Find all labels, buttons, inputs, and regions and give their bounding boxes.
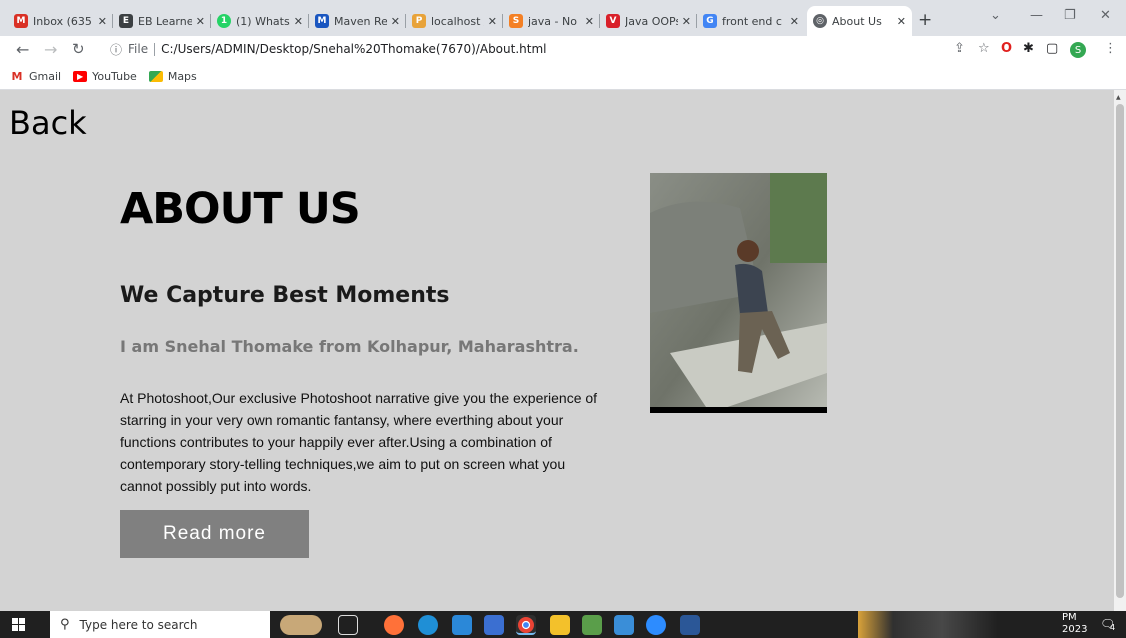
profile-photo bbox=[650, 173, 827, 413]
restore-icon[interactable]: ❐ bbox=[1064, 8, 1076, 23]
close-icon[interactable]: ✕ bbox=[391, 15, 400, 28]
gmail-icon: M bbox=[14, 14, 28, 28]
close-icon[interactable]: ✕ bbox=[488, 15, 497, 28]
javatpoint-icon: V bbox=[606, 14, 620, 28]
share-icon[interactable]: ⇪ bbox=[954, 41, 965, 56]
tab-whatsapp[interactable]: 1 (1) WhatsA ✕ bbox=[211, 6, 309, 36]
side-panel-icon[interactable]: ▢ bbox=[1046, 41, 1058, 56]
window-close-icon[interactable]: ✕ bbox=[1100, 8, 1111, 23]
store-icon[interactable] bbox=[484, 615, 504, 635]
maps-icon bbox=[148, 71, 163, 82]
maven-icon: M bbox=[315, 14, 329, 28]
minimize-icon[interactable]: — bbox=[1030, 8, 1043, 23]
file-explorer-icon[interactable] bbox=[550, 615, 570, 635]
close-icon[interactable]: ✕ bbox=[897, 15, 906, 28]
bookmark-maps[interactable]: Maps bbox=[148, 70, 197, 83]
chrome-icon[interactable] bbox=[516, 615, 536, 635]
globe-icon: ◎ bbox=[813, 14, 827, 28]
photos-icon[interactable] bbox=[614, 615, 634, 635]
tab-search-icon[interactable]: ⌄ bbox=[990, 8, 1001, 23]
tab-java-stackoverflow[interactable]: S java - No c ✕ bbox=[503, 6, 600, 36]
opera-icon[interactable]: O bbox=[1001, 41, 1012, 56]
bookmark-youtube[interactable]: ▶ YouTube bbox=[73, 70, 137, 83]
bookmark-star-icon[interactable]: ☆ bbox=[978, 41, 990, 56]
taskbar-clock[interactable]: PM 2023 bbox=[1062, 612, 1087, 636]
firefox-icon[interactable] bbox=[384, 615, 404, 635]
back-arrow-icon[interactable]: ← bbox=[16, 40, 29, 59]
eb-icon: E bbox=[119, 14, 133, 28]
mail-icon[interactable] bbox=[452, 615, 472, 635]
avatar[interactable]: S bbox=[1070, 42, 1086, 58]
read-more-button[interactable]: Read more bbox=[120, 510, 309, 558]
address-bar[interactable]: ⓘ File C:/Users/ADMIN/Desktop/Snehal%20T… bbox=[110, 38, 630, 60]
back-link[interactable]: Back bbox=[9, 104, 87, 142]
bookmarks-bar: M Gmail ▶ YouTube Maps bbox=[0, 64, 1126, 90]
browser-toolbar: ← → ↻ ⓘ File C:/Users/ADMIN/Desktop/Sneh… bbox=[0, 36, 1126, 64]
tab-maven[interactable]: M Maven Rep ✕ bbox=[309, 6, 406, 36]
notification-count: 4 bbox=[1110, 623, 1116, 632]
notepad-icon[interactable] bbox=[582, 615, 602, 635]
forward-arrow-icon[interactable]: → bbox=[44, 40, 57, 59]
gmail-icon: M bbox=[11, 70, 23, 83]
stackoverflow-icon: S bbox=[509, 14, 523, 28]
close-icon[interactable]: ✕ bbox=[790, 15, 799, 28]
google-icon: G bbox=[703, 14, 717, 28]
word-icon[interactable] bbox=[680, 615, 700, 635]
close-icon[interactable]: ✕ bbox=[585, 15, 594, 28]
tab-java-oops[interactable]: V Java OOPs ✕ bbox=[600, 6, 697, 36]
about-paragraph: At Photoshoot,Our exclusive Photoshoot n… bbox=[120, 390, 598, 494]
menu-icon[interactable]: ⋮ bbox=[1104, 41, 1117, 56]
intro-text: I am Snehal Thomake from Kolhapur, Mahar… bbox=[120, 337, 579, 356]
tab-localhost[interactable]: P localhost / ✕ bbox=[406, 6, 503, 36]
scrollbar-thumb[interactable] bbox=[1116, 104, 1124, 598]
page-content: Back ABOUT US We Capture Best Moments I … bbox=[0, 90, 1114, 630]
tab-inbox[interactable]: M Inbox (635 ✕ bbox=[8, 6, 113, 36]
edge-icon[interactable] bbox=[418, 615, 438, 635]
phpmyadmin-icon: P bbox=[412, 14, 426, 28]
close-icon[interactable]: ✕ bbox=[682, 15, 691, 28]
search-icon: ⚲ bbox=[60, 617, 70, 632]
windows-start-icon[interactable] bbox=[12, 618, 25, 631]
tab-front-end[interactable]: G front end c ✕ bbox=[697, 6, 805, 36]
windows-taskbar: ⚲ Type here to search PM 2023 🗨 4 bbox=[0, 611, 1126, 638]
youtube-icon: ▶ bbox=[73, 71, 88, 82]
page-scrollbar[interactable]: ▲ ▼ bbox=[1114, 90, 1126, 630]
tab-strip: M Inbox (635 ✕ E EB Learner ✕ 1 (1) What… bbox=[0, 0, 1126, 36]
bookmark-gmail[interactable]: M Gmail bbox=[10, 70, 62, 83]
task-view-icon[interactable] bbox=[338, 615, 358, 635]
close-icon[interactable]: ✕ bbox=[98, 15, 107, 28]
close-icon[interactable]: ✕ bbox=[196, 15, 205, 28]
close-icon[interactable]: ✕ bbox=[294, 15, 303, 28]
weather-icon[interactable] bbox=[280, 615, 322, 635]
info-icon[interactable]: ⓘ bbox=[110, 41, 122, 58]
reload-icon[interactable]: ↻ bbox=[72, 40, 85, 58]
taskbar-search-input[interactable]: ⚲ Type here to search bbox=[50, 611, 270, 638]
tab-about-us[interactable]: ◎ About Us ✕ bbox=[807, 6, 912, 36]
new-tab-button[interactable]: + bbox=[918, 10, 932, 30]
url-text: C:/Users/ADMIN/Desktop/Snehal%20Thomake(… bbox=[161, 42, 547, 56]
tray-preview bbox=[858, 611, 998, 638]
zoom-icon[interactable] bbox=[646, 615, 666, 635]
page-subtitle: We Capture Best Moments bbox=[120, 283, 450, 308]
extensions-icon[interactable]: ✱ bbox=[1023, 41, 1034, 56]
tab-eb-learner[interactable]: E EB Learner ✕ bbox=[113, 6, 211, 36]
page-title: ABOUT US bbox=[120, 184, 361, 234]
whatsapp-icon: 1 bbox=[217, 14, 231, 28]
